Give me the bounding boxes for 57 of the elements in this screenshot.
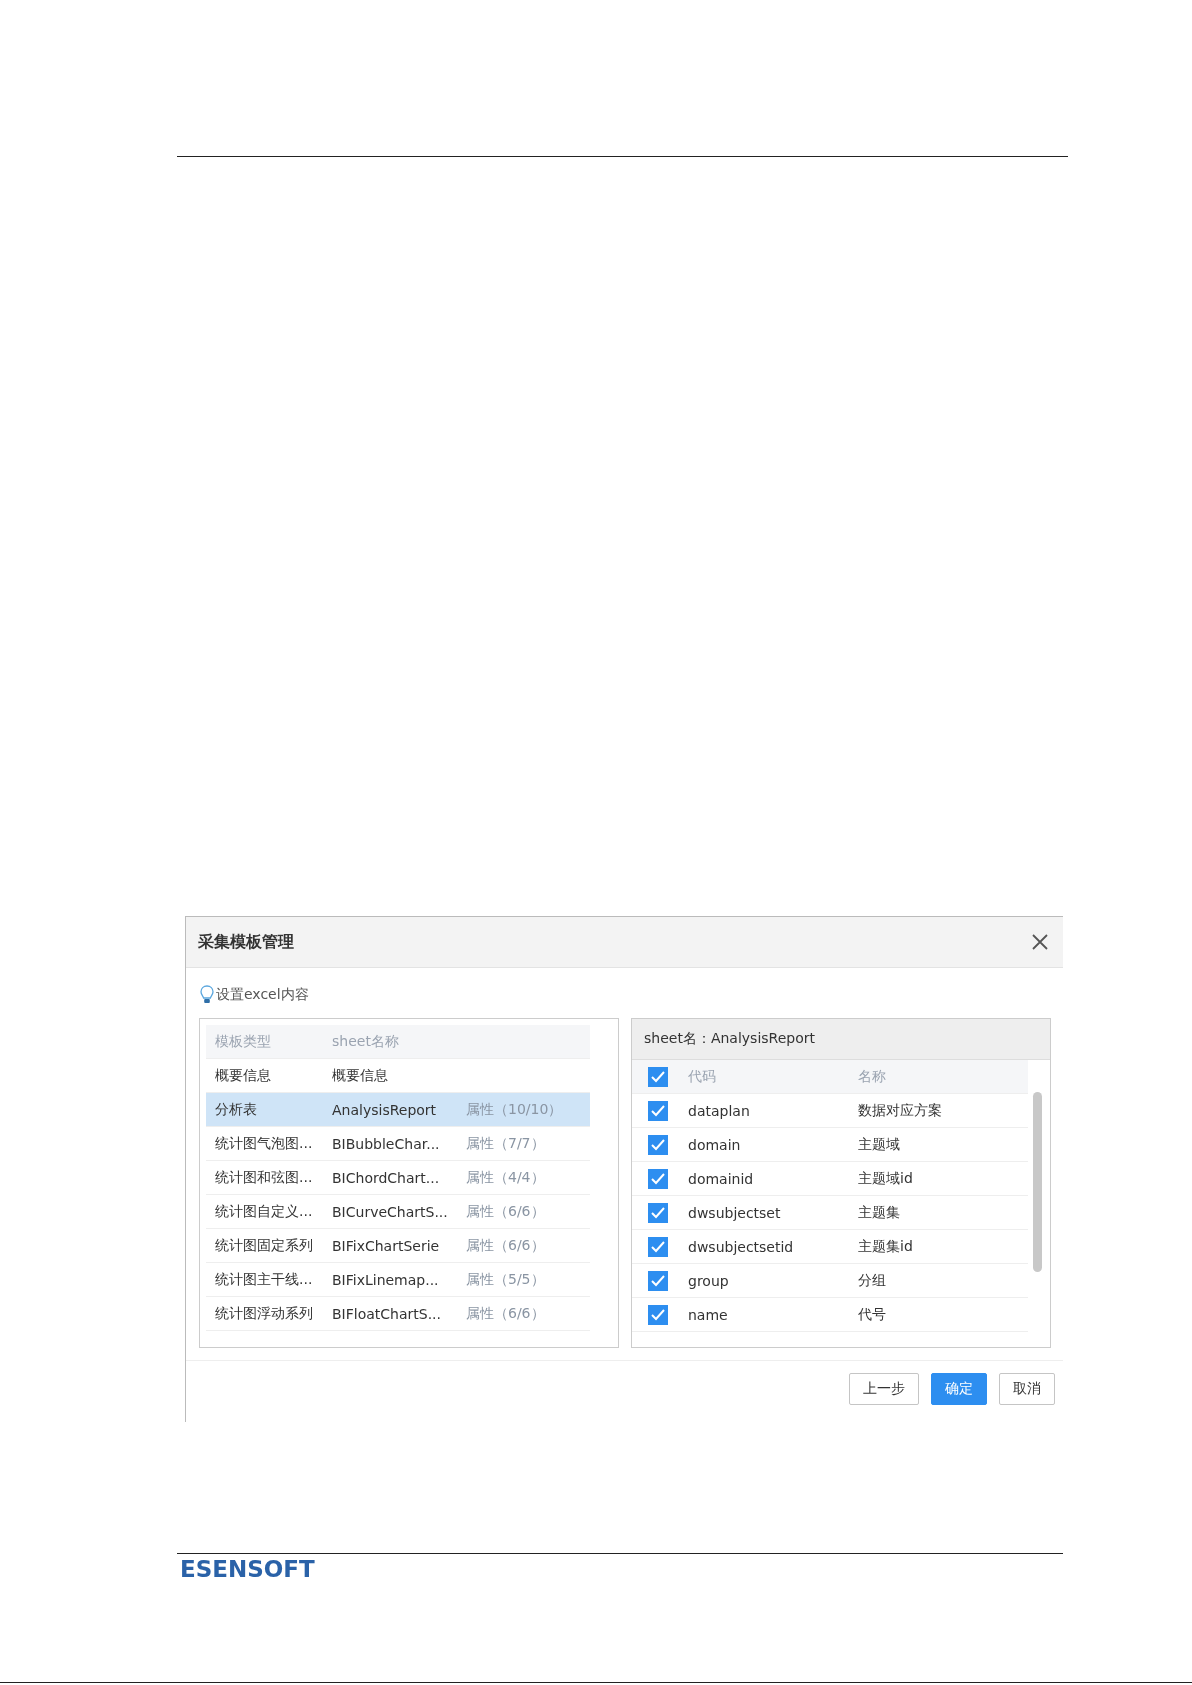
company-logo: ESENSOFT — [180, 1556, 315, 1582]
sheet-name: BICurveChartS... — [332, 1203, 449, 1220]
template-type: 统计图浮动系列 — [214, 1304, 314, 1323]
sheet-name: BIChordChart... — [332, 1169, 441, 1186]
checkbox[interactable] — [648, 1134, 668, 1155]
template-type: 分析表 — [214, 1100, 258, 1119]
template-row[interactable]: 统计图浮动系列 BIFloatChartS... 属性（6/6） — [206, 1297, 590, 1331]
field-name: 数据对应方案 — [858, 1101, 942, 1120]
template-row[interactable]: 统计图主干线... BIFixLinemap... 属性（5/5） — [206, 1263, 590, 1297]
column-header: 代码 — [687, 1067, 717, 1086]
checkbox[interactable] — [648, 1270, 668, 1291]
sheet-name: 概要信息 — [332, 1066, 389, 1085]
checkbox[interactable] — [648, 1202, 668, 1223]
sheet-title: sheet名：AnalysisReport — [632, 1019, 1050, 1060]
template-type: 统计图主干线... — [214, 1270, 314, 1289]
checkbox[interactable] — [648, 1100, 668, 1121]
template-type: 统计图和弦图... — [214, 1168, 314, 1187]
checkbox[interactable] — [648, 1236, 668, 1257]
field-name: 主题域 — [858, 1135, 900, 1154]
sheet-name: BIFloatChartS... — [332, 1305, 443, 1322]
field-name: 主题集 — [858, 1203, 900, 1222]
field-code: group — [687, 1272, 730, 1289]
column-header: sheet名称 — [332, 1032, 400, 1051]
checkbox[interactable] — [648, 1066, 668, 1087]
field-name: 主题域id — [858, 1169, 913, 1188]
field-code: domain — [687, 1136, 742, 1153]
template-row[interactable]: 统计图和弦图... BIChordChart... 属性（4/4） — [206, 1161, 590, 1195]
sheet-name: BIFixLinemap... — [332, 1271, 440, 1288]
field-name: 代号 — [858, 1305, 886, 1324]
dialog-button[interactable]: 取消 — [999, 1373, 1055, 1405]
dialog-title: 采集模板管理 — [198, 931, 294, 953]
template-row[interactable]: 分析表 AnalysisReport 属性（10/10） — [206, 1093, 590, 1127]
checkbox[interactable] — [648, 1304, 668, 1325]
sheet-name: AnalysisReport — [332, 1101, 438, 1118]
field-name: 分组 — [858, 1271, 886, 1290]
template-row[interactable]: 统计图自定义... BICurveChartS... 属性（6/6） — [206, 1195, 590, 1229]
field-code: dwsubjectsetid — [687, 1238, 795, 1255]
sheet-name: BIFixChartSerie — [332, 1237, 441, 1254]
sheet-name: BIBubbleChar... — [332, 1135, 441, 1152]
template-type: 统计图气泡图... — [214, 1134, 314, 1153]
template-row[interactable]: 统计图固定系列 BIFixChartSerie 属性（6/6） — [206, 1229, 590, 1263]
field-code: dataplan — [687, 1102, 751, 1119]
column-header: 名称 — [858, 1067, 886, 1086]
template-row[interactable]: 统计图气泡图... BIBubbleChar... 属性（7/7） — [206, 1127, 590, 1161]
dialog-button[interactable]: 上一步 — [849, 1373, 919, 1405]
lightbulb-icon — [200, 985, 214, 1005]
field-name: 主题集id — [858, 1237, 913, 1256]
template-type: 统计图固定系列 — [214, 1236, 314, 1255]
template-type: 统计图自定义... — [214, 1202, 314, 1221]
checkbox[interactable] — [648, 1168, 668, 1189]
field-code: name — [687, 1306, 729, 1323]
field-code: dwsubjectset — [687, 1204, 782, 1221]
hint-text: 设置excel内容 — [216, 986, 309, 1004]
scrollbar-thumb[interactable] — [1033, 1092, 1042, 1272]
template-type: 概要信息 — [214, 1066, 272, 1085]
field-code: domainid — [687, 1170, 755, 1187]
column-header: 模板类型 — [214, 1032, 272, 1051]
